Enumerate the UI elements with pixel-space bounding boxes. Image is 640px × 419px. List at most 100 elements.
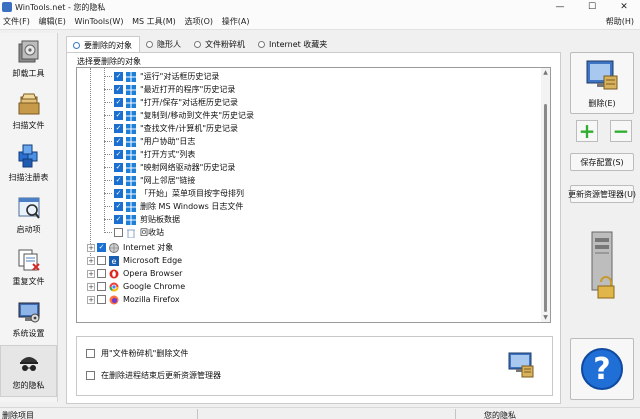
sidebar-item-privacy[interactable]: 您的隐私 — [0, 345, 57, 397]
checkbox[interactable]: ✓ — [114, 98, 123, 107]
tree-item-open-save[interactable]: ✓ "打开/保存"对话框历史记录 — [104, 96, 238, 109]
sidebar-item-label: 您的隐私 — [12, 381, 45, 390]
checkbox[interactable]: ✓ — [114, 202, 123, 211]
tree-node-firefox[interactable]: + Mozilla Firefox — [87, 293, 180, 306]
checkbox[interactable]: ✓ — [114, 124, 123, 133]
tab-label: 文件粉碎机 — [205, 39, 245, 49]
server-lock-icon — [586, 230, 620, 302]
checkbox[interactable]: ✓ — [114, 163, 123, 172]
tree-item-recent-programs[interactable]: ✓ "最近打开的程序"历史记录 — [104, 83, 235, 96]
tab-radio — [194, 40, 201, 48]
tree-node-edge[interactable]: + e Microsoft Edge — [87, 254, 182, 267]
scroll-thumb[interactable] — [544, 104, 547, 312]
tree-item-label: Mozilla Firefox — [123, 295, 180, 304]
sidebar-item-scan-files[interactable]: 扫描文件 — [0, 85, 57, 137]
sidebar-item-system-settings[interactable]: 系统设置 — [0, 293, 57, 345]
question-icon: ? — [581, 348, 623, 390]
tree-item-user-assist[interactable]: ✓ "用户协助"日志 — [104, 135, 195, 148]
tab-file-shredder[interactable]: 文件粉碎机 — [188, 36, 252, 52]
minimize-button[interactable]: — — [544, 0, 576, 14]
tab-radio — [146, 40, 153, 48]
checkbox[interactable] — [97, 295, 106, 304]
tab-radio — [258, 40, 265, 48]
checkbox[interactable]: ✓ — [114, 176, 123, 185]
checkbox[interactable]: ✓ — [114, 85, 123, 94]
tree-item-network-places[interactable]: ✓ "网上邻居"链接 — [104, 174, 195, 187]
expand-toggle[interactable]: + — [87, 243, 95, 252]
scan-files-icon — [15, 91, 43, 117]
sidebar-item-uninstall[interactable]: 卸载工具 — [0, 33, 57, 85]
remove-button[interactable]: − — [610, 120, 632, 142]
menu-file[interactable]: 文件(F) — [0, 14, 33, 27]
menu-help[interactable]: 帮助(H) — [603, 14, 637, 27]
tree-item-label: 「开始」菜单项目按字母排列 — [140, 189, 244, 198]
tree-item-open-with[interactable]: ✓ "打开方式"列表 — [104, 148, 195, 161]
tree-item-run-history[interactable]: ✓ "运行"对话框历史记录 — [104, 70, 219, 83]
checkbox[interactable]: ✓ — [114, 72, 123, 81]
scroll-up-icon[interactable]: ▲ — [541, 68, 550, 77]
scroll-down-icon[interactable]: ▼ — [541, 313, 550, 322]
tree-item-label: "运行"对话框历史记录 — [140, 72, 220, 81]
status-bar: 删除项目 您的隐私 — [0, 407, 640, 419]
menu-wintools[interactable]: WinTools(W) — [72, 15, 127, 26]
checkbox[interactable] — [86, 349, 95, 358]
sidebar-item-scan-registry[interactable]: 扫描注册表 — [0, 137, 57, 189]
chrome-icon — [109, 282, 119, 292]
option-use-shredder[interactable]: 用"文件粉碎机"删除文件 — [86, 348, 188, 359]
tree-item-start-menu-sort[interactable]: ✓ 「开始」菜单项目按字母排列 — [104, 187, 244, 200]
update-explorer-button[interactable]: 更新资源管理器(U) — [568, 185, 636, 203]
tree-item-find-files[interactable]: ✓ "查找文件/计算机"历史记录 — [104, 122, 238, 135]
menu-bar: 文件(F) 编辑(E) WinTools(W) MS 工具(M) 选项(O) 操… — [0, 14, 640, 30]
firefox-icon — [109, 295, 119, 305]
expand-toggle[interactable]: + — [87, 256, 95, 265]
windows-logo-icon — [126, 214, 136, 225]
checkbox[interactable]: ✓ — [114, 189, 123, 198]
save-config-button[interactable]: 保存配置(S) — [570, 153, 634, 171]
tree-item-recycle-bin[interactable]: 回收站 — [104, 226, 164, 239]
checkbox[interactable] — [97, 256, 106, 265]
svg-text:e: e — [112, 257, 117, 266]
checkbox[interactable] — [97, 269, 106, 278]
expand-toggle[interactable]: + — [87, 295, 95, 304]
maximize-button[interactable]: ☐ — [576, 0, 608, 14]
menu-ms-tools[interactable]: MS 工具(M) — [129, 14, 179, 27]
sidebar-item-duplicate-files[interactable]: 重复文件 — [0, 241, 57, 293]
checkbox[interactable]: ✓ — [114, 150, 123, 159]
tab-objects-to-delete[interactable]: 要删除的对象 — [66, 36, 140, 53]
tree-node-chrome[interactable]: + Google Chrome — [87, 280, 185, 293]
option-update-explorer[interactable]: 在删除进程结束后更新资源管理器 — [86, 370, 221, 381]
sidebar-item-startup[interactable]: 启动项 — [0, 189, 57, 241]
app-icon — [2, 2, 12, 12]
checkbox[interactable] — [97, 282, 106, 291]
checkbox[interactable]: ✓ — [97, 243, 106, 252]
tree-node-internet-objects[interactable]: + ✓ Internet 对象 — [87, 241, 173, 254]
tab-internet-favorites[interactable]: Internet 收藏夹 — [252, 36, 334, 52]
tree-item-label: "查找文件/计算机"历史记录 — [140, 124, 239, 133]
menu-edit[interactable]: 编辑(E) — [36, 14, 69, 27]
add-button[interactable]: + — [576, 120, 598, 142]
tree-item-clipboard[interactable]: ✓ 剪贴板数据 — [104, 213, 180, 226]
menu-actions[interactable]: 操作(A) — [219, 14, 253, 27]
sidebar-item-label: 重复文件 — [12, 277, 45, 286]
checkbox[interactable]: ✓ — [114, 111, 123, 120]
expand-toggle[interactable]: + — [87, 269, 95, 278]
help-button[interactable]: ? — [570, 338, 634, 400]
object-tree[interactable]: ✓ "运行"对话框历史记录 ✓ "最近打开的程序"历史记录 ✓ "打开/保存"对话框历… — [76, 67, 551, 323]
checkbox[interactable] — [86, 371, 95, 380]
tab-invisible-man[interactable]: 隐形人 — [140, 36, 188, 52]
delete-button[interactable]: 删除(E) — [570, 52, 634, 114]
expand-toggle[interactable]: + — [87, 282, 95, 291]
tree-item-windows-logs[interactable]: ✓ 删除 MS Windows 日志文件 — [104, 200, 243, 213]
tree-item-copy-move[interactable]: ✓ "复制到/移动到文件夹"历史记录 — [104, 109, 254, 122]
tree-item-label: "打开方式"列表 — [140, 150, 196, 159]
checkbox[interactable] — [114, 228, 123, 237]
menu-options[interactable]: 选项(O) — [182, 14, 217, 27]
tree-node-opera[interactable]: + Opera Browser — [87, 267, 182, 280]
close-button[interactable]: ✕ — [608, 0, 640, 14]
checkbox[interactable]: ✓ — [114, 137, 123, 146]
windows-logo-icon — [126, 110, 136, 121]
tree-item-map-network[interactable]: ✓ "映射网络驱动器"历史记录 — [104, 161, 235, 174]
tree-scrollbar[interactable]: ▲ ▼ — [541, 68, 550, 322]
privacy-icon — [15, 351, 43, 377]
checkbox[interactable]: ✓ — [114, 215, 123, 224]
